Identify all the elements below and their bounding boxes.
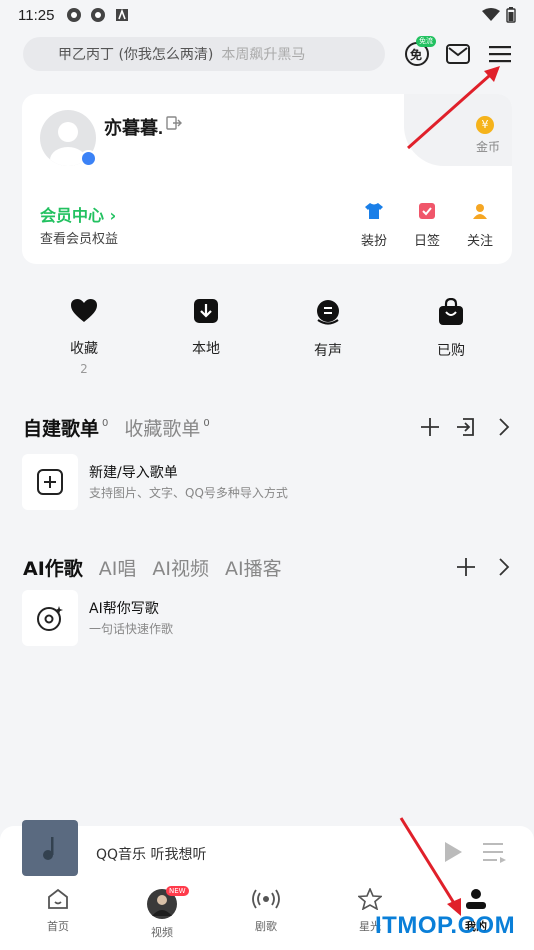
star-icon xyxy=(356,886,384,911)
calendar-check-icon xyxy=(419,203,435,219)
nav-home[interactable]: 首页 xyxy=(28,888,88,934)
import-icon[interactable] xyxy=(455,416,477,438)
follow-button[interactable]: 关注 xyxy=(460,202,500,249)
shirt-icon xyxy=(365,203,383,219)
nav-video-label: 视频 xyxy=(151,926,173,939)
home-icon xyxy=(48,888,68,909)
wifi-icon xyxy=(482,8,500,21)
download-box-icon xyxy=(194,299,218,323)
free-data-label: 免 xyxy=(410,48,423,62)
collected-playlists-count: 0 xyxy=(203,418,210,429)
audio-books-button[interactable]: 有声 xyxy=(288,298,368,360)
ai-write-song-thumb xyxy=(22,590,78,646)
purchased-label: 已购 xyxy=(437,343,465,359)
playlist-queue-icon[interactable] xyxy=(482,840,508,864)
favorites-label: 收藏 xyxy=(70,341,98,357)
nav-radio-label: 剧歌 xyxy=(255,920,277,933)
vip-subtitle: 查看会员权益 xyxy=(40,232,119,247)
new-playlist-subtitle: 支持图片、文字、QQ号多种导入方式 xyxy=(89,486,288,500)
favorites-button[interactable]: 收藏 2 xyxy=(44,298,124,376)
plus-icon[interactable] xyxy=(419,416,441,438)
favorites-count: 2 xyxy=(80,362,88,376)
new-badge: NEW xyxy=(166,886,189,896)
local-music-button[interactable]: 本地 xyxy=(166,298,246,358)
chevron-right-icon[interactable] xyxy=(493,556,515,578)
coin-icon: ¥ xyxy=(476,116,494,134)
heart-icon xyxy=(71,299,97,322)
free-data-badge: 免流 xyxy=(416,36,436,47)
player-cover[interactable] xyxy=(22,820,78,876)
purchased-button[interactable]: 已购 xyxy=(411,297,491,360)
new-playlist-title: 新建/导入歌单 xyxy=(89,465,178,481)
status-bar: 11:25 xyxy=(0,0,534,30)
audio-book-icon xyxy=(317,300,339,325)
qq-badge-icon xyxy=(80,150,97,167)
message-button[interactable] xyxy=(444,40,472,68)
search-query: 甲乙丙丁 (你我怎么两清) xyxy=(58,47,214,63)
new-playlist-item[interactable]: 新建/导入歌单 支持图片、文字、QQ号多种导入方式 xyxy=(22,454,502,512)
daily-sign-label: 日签 xyxy=(413,234,440,249)
plus-icon[interactable] xyxy=(455,556,477,578)
profile-card: ¥ 金币 亦暮暮. 会员中心 › 查看会员权益 装扮 日签 关注 xyxy=(22,94,512,264)
music-note-icon xyxy=(43,837,54,860)
app-notification-icon xyxy=(91,8,106,22)
chevron-right-icon[interactable] xyxy=(493,416,515,438)
switch-account-icon[interactable] xyxy=(166,116,182,130)
vip-center-link[interactable]: 会员中心 › xyxy=(40,202,116,226)
ai-tabs: AI作歌 AI唱 AI视频 AI播客 xyxy=(23,554,282,581)
tab-ai-podcast[interactable]: AI播客 xyxy=(225,554,282,581)
battery-icon xyxy=(506,7,516,23)
ai-write-song-item[interactable]: AI帮你写歌 一句话快速作歌 xyxy=(22,590,502,648)
mail-icon xyxy=(446,44,470,64)
tab-created-playlists[interactable]: 自建歌单 xyxy=(23,414,99,441)
username[interactable]: 亦暮暮. xyxy=(104,114,163,140)
new-playlist-thumb xyxy=(22,454,78,510)
nav-home-label: 首页 xyxy=(47,920,69,933)
shopping-bag-icon xyxy=(439,297,463,325)
radio-icon xyxy=(252,889,280,909)
tab-ai-video[interactable]: AI视频 xyxy=(152,554,209,581)
menu-button[interactable] xyxy=(486,40,514,68)
audio-books-label: 有声 xyxy=(314,343,342,359)
watermark: ITMOP.COM xyxy=(375,912,516,939)
local-music-label: 本地 xyxy=(192,341,220,357)
outfit-label: 装扮 xyxy=(360,234,387,249)
daily-sign-button[interactable]: 日签 xyxy=(407,202,447,249)
status-time: 11:25 xyxy=(18,6,55,24)
app-notification-icon xyxy=(116,8,129,21)
playlist-tabs: 自建歌单 0 收藏歌单 0 xyxy=(23,414,210,441)
nav-radio[interactable]: 剧歌 xyxy=(236,888,296,934)
ai-write-song-subtitle: 一句话快速作歌 xyxy=(89,622,174,636)
menu-icon xyxy=(489,46,511,63)
tab-ai-compose[interactable]: AI作歌 xyxy=(23,554,83,581)
ai-disc-icon xyxy=(37,606,63,631)
search-bar[interactable]: 甲乙丙丁 (你我怎么两清) 本周飙升黑马 xyxy=(23,37,385,71)
coin-label: 金币 xyxy=(475,140,500,154)
add-square-icon xyxy=(37,469,63,495)
player-track-text: QQ音乐 听我想听 xyxy=(96,847,207,863)
created-playlists-count: 0 xyxy=(102,418,109,429)
coin-button[interactable]: ¥ 金币 xyxy=(404,94,512,166)
tab-ai-sing[interactable]: AI唱 xyxy=(99,554,137,581)
mini-player[interactable]: QQ音乐 听我想听 xyxy=(0,820,534,882)
nav-video[interactable]: NEW 视频 xyxy=(132,886,192,940)
play-icon[interactable] xyxy=(442,840,464,864)
ai-write-song-title: AI帮你写歌 xyxy=(89,601,159,617)
outfit-button[interactable]: 装扮 xyxy=(354,202,394,249)
person-icon xyxy=(466,889,486,909)
tab-collected-playlists[interactable]: 收藏歌单 xyxy=(124,414,200,441)
search-hint: 本周飙升黑马 xyxy=(221,47,306,63)
app-notification-icon xyxy=(67,8,82,22)
follow-label: 关注 xyxy=(466,234,493,249)
follow-person-icon xyxy=(473,204,487,219)
